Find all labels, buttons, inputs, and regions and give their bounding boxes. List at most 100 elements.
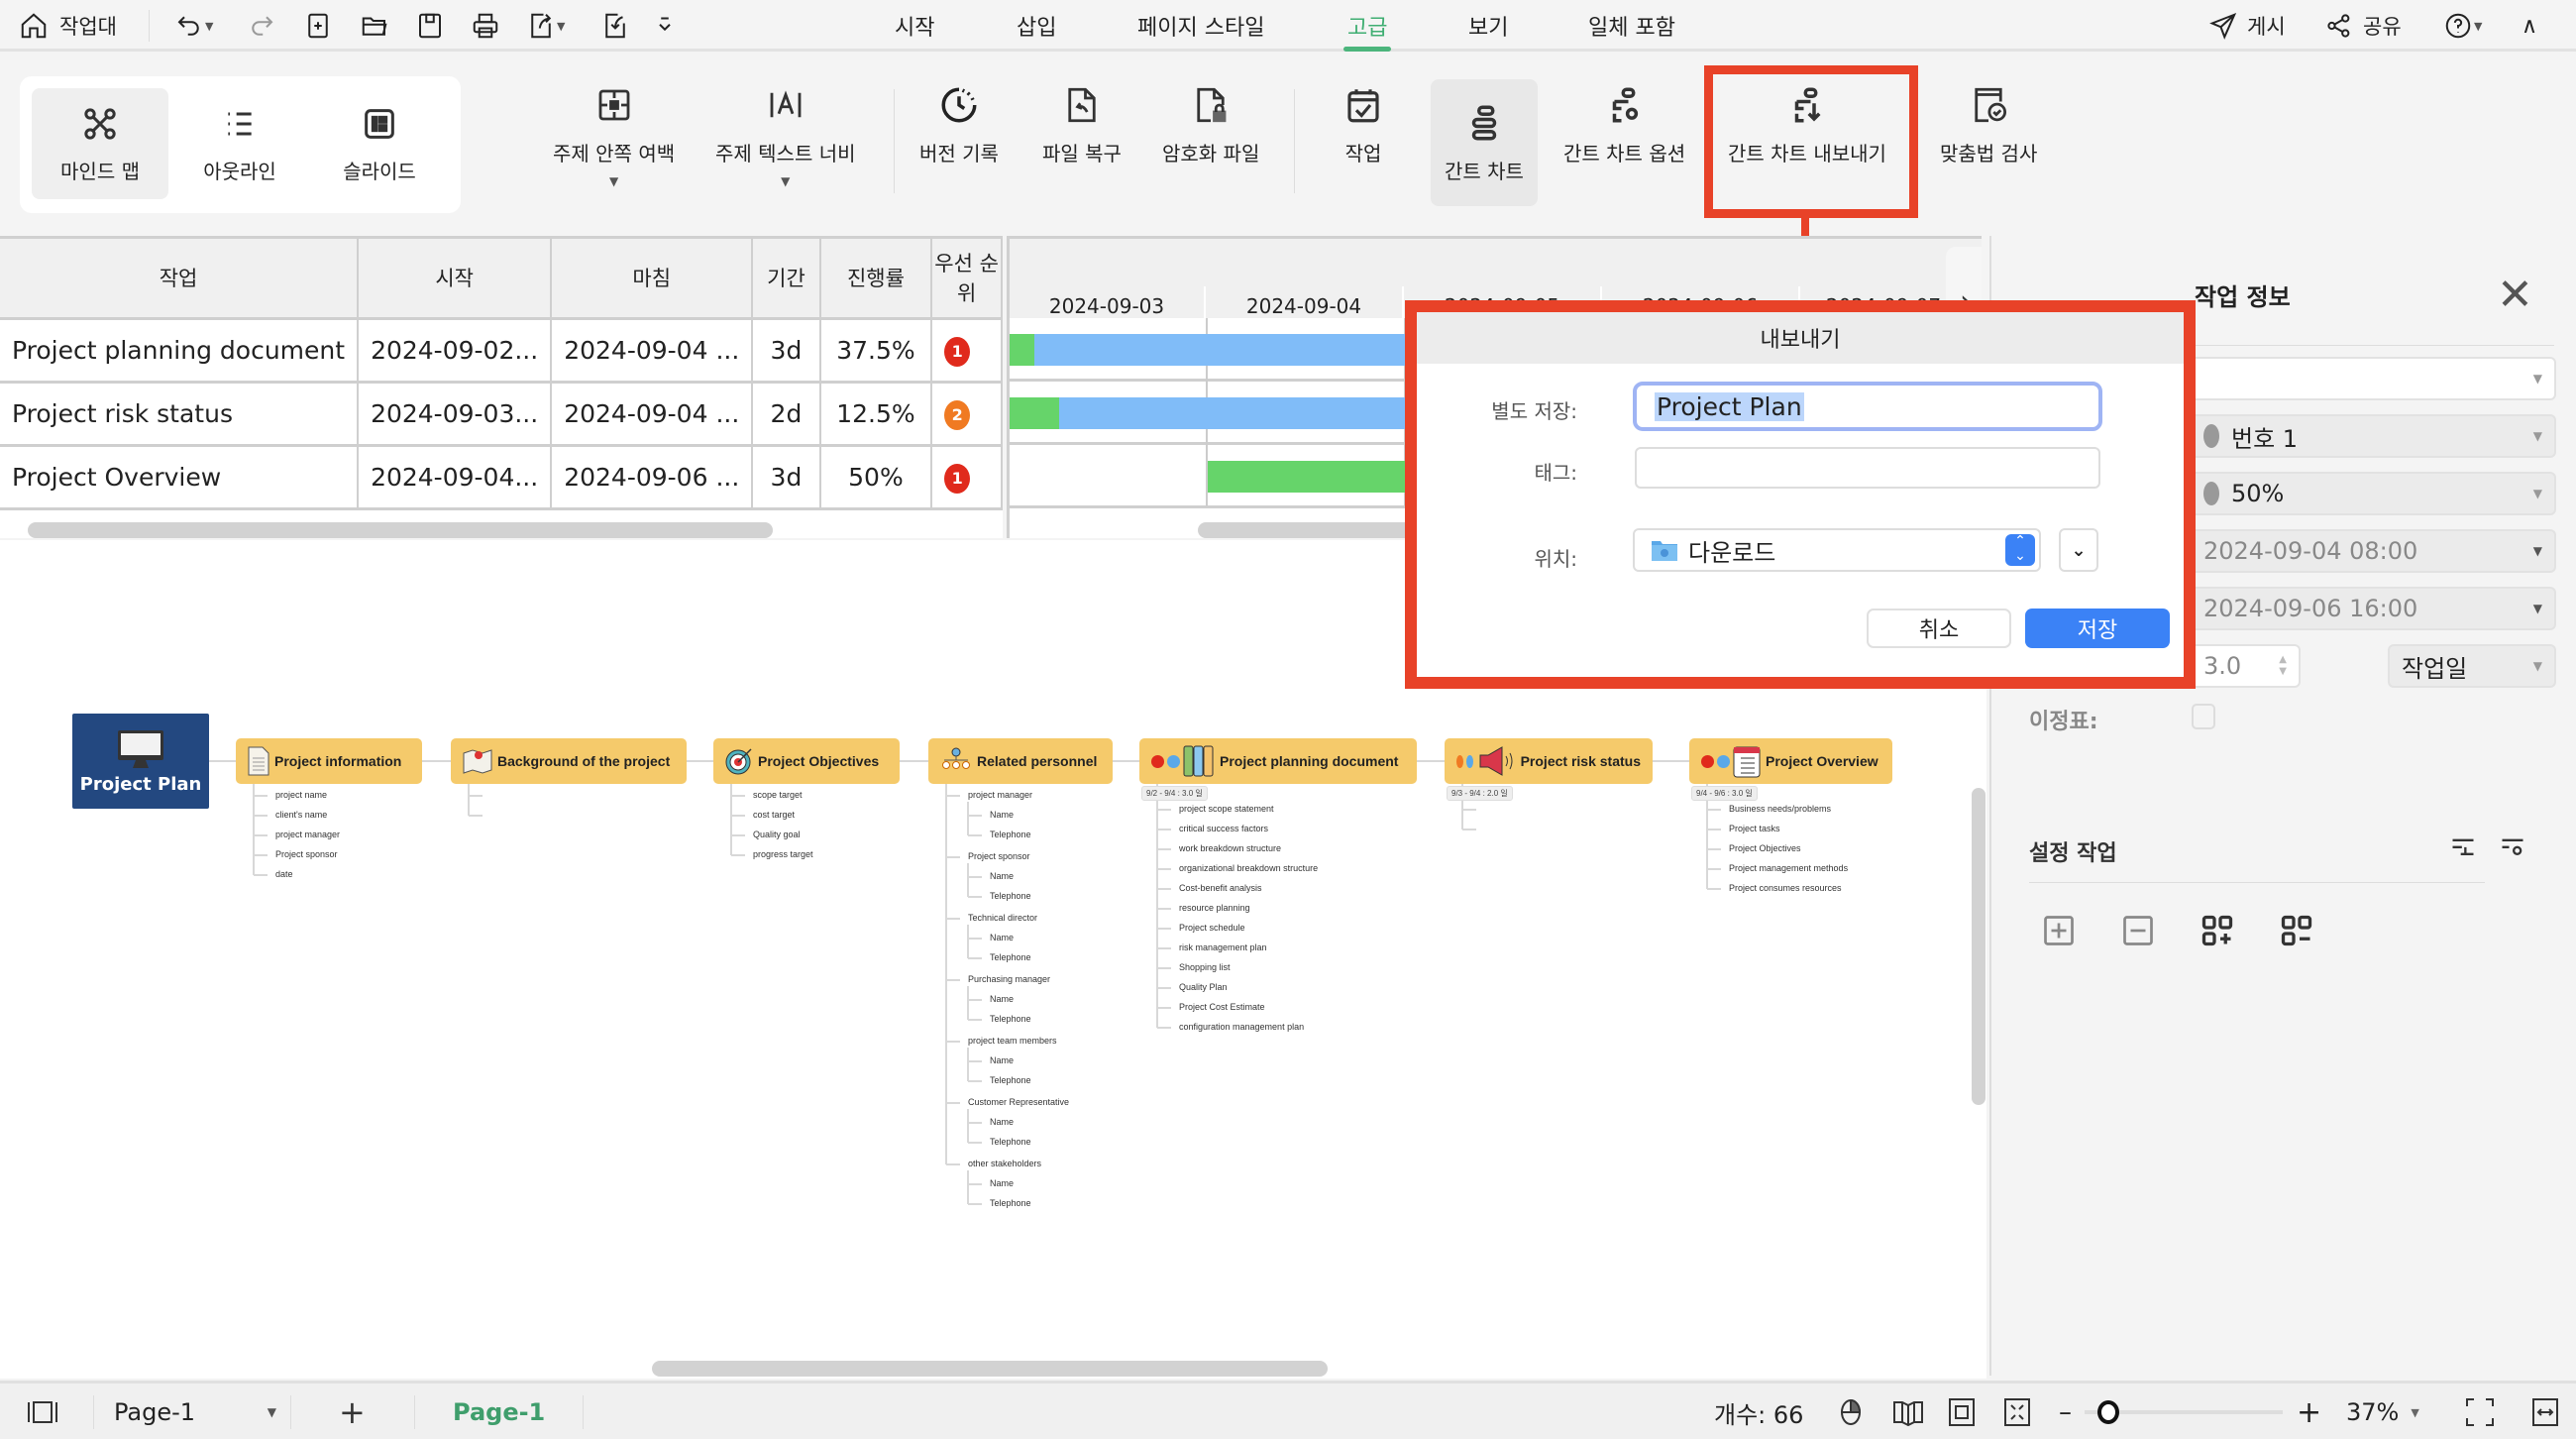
column-header-priority[interactable]: 우선 순위 [931, 239, 1003, 320]
subtopic-node[interactable]: Quality goal [753, 830, 801, 839]
import-button[interactable] [599, 8, 631, 44]
ribbon-spellcheck-button[interactable]: 맞춤법 검사 [1940, 84, 2037, 166]
topic-node[interactable]: Related personnel [928, 738, 1113, 784]
stepper-arrows-icon[interactable]: ▲ ▼ [2279, 654, 2287, 678]
priority-cell[interactable]: 2 [931, 382, 1003, 447]
priority-cell[interactable]: 1 [931, 318, 1003, 384]
column-header-start[interactable]: 시작 [358, 239, 553, 320]
toggle-sidebar-button[interactable] [26, 1395, 59, 1429]
topic-node[interactable]: Project Overview [1689, 738, 1892, 784]
canvas-horizontal-scrollbar[interactable] [652, 1361, 1328, 1377]
view-mindmap-button[interactable]: 마인드 맵 [32, 88, 168, 199]
column-header-progress[interactable]: 진행률 [819, 239, 933, 320]
duration-cell[interactable]: 3d [752, 445, 821, 510]
print-button[interactable] [470, 8, 501, 44]
end-cell[interactable]: 2024-09-04 ... [551, 318, 754, 384]
undo-dropdown-icon[interactable]: ▼ [205, 20, 213, 33]
root-topic[interactable]: Project Plan [72, 714, 209, 809]
subtopic-node[interactable]: configuration management plan [1179, 1022, 1304, 1032]
duration-stepper[interactable]: 3.0 ▲ ▼ [2190, 644, 2301, 688]
ribbon-file-recover-button[interactable]: 파일 복구 [1042, 84, 1122, 166]
subtopic-node[interactable]: progress target [753, 849, 813, 859]
canvas-vertical-scrollbar[interactable] [1972, 788, 1986, 1105]
zoom-out-button[interactable]: – [2059, 1395, 2072, 1429]
subtopic-node[interactable]: Customer Representative [968, 1097, 1069, 1107]
resource-select[interactable]: ▼ [2190, 357, 2556, 400]
ribbon-encrypt-file-button[interactable]: 암호화 파일 [1162, 84, 1259, 166]
progress-cell[interactable]: 50% [819, 445, 933, 510]
subtopic-node[interactable]: Project management methods [1729, 863, 1848, 873]
topic-node[interactable]: Project information [236, 738, 422, 784]
menu-tab-ai[interactable]: 일체 포함 [1588, 10, 1675, 42]
column-header-end[interactable]: 마침 [551, 239, 754, 320]
task-name-cell[interactable]: Project Overview [0, 445, 360, 510]
fit-width-button[interactable] [2531, 1395, 2559, 1429]
column-header-duration[interactable]: 기간 [752, 239, 821, 320]
subtopic-node[interactable]: Name [990, 1117, 1014, 1127]
zoom-slider-thumb[interactable] [2097, 1400, 2119, 1424]
duration-unit-select[interactable]: 작업일 ▼ [2388, 644, 2556, 688]
subtopic-node[interactable]: date [275, 869, 293, 879]
subtopic-node[interactable]: Telephone [990, 1198, 1031, 1208]
subtopic-node[interactable]: Telephone [990, 952, 1031, 962]
new-button[interactable] [302, 8, 334, 44]
milestone-checkbox[interactable] [2192, 704, 2215, 729]
topic-node[interactable]: Project Objectives [713, 738, 900, 784]
ribbon-task-button[interactable]: 작업 [1342, 84, 1384, 166]
view-outline-button[interactable]: 아웃라인 [171, 88, 308, 199]
task-name-cell[interactable]: Project risk status [0, 382, 360, 447]
fit-page-button[interactable] [1948, 1395, 1976, 1429]
subtopic-node[interactable]: project team members [968, 1036, 1057, 1046]
subtopic-node[interactable]: Name [990, 994, 1014, 1004]
subtopic-node[interactable]: Project schedule [1179, 923, 1245, 933]
subtopic-node[interactable]: Shopping list [1179, 962, 1231, 972]
open-button[interactable] [359, 8, 390, 44]
task-name-cell[interactable]: Project planning document [0, 318, 360, 384]
subtopic-node[interactable]: critical success factors [1179, 824, 1268, 833]
start-cell[interactable]: 2024-09-04... [358, 445, 553, 510]
subtopic-node[interactable]: Telephone [990, 1075, 1031, 1085]
subtopic-node[interactable]: work breakdown structure [1179, 843, 1281, 853]
subtopic-node[interactable]: cost target [753, 810, 795, 820]
subtopic-node[interactable]: Cost-benefit analysis [1179, 883, 1262, 893]
table-row[interactable]: Project planning document 2024-09-02... … [0, 318, 1003, 384]
page-select[interactable]: Page-1 ▼ [93, 1395, 291, 1429]
menu-tab-start[interactable]: 시작 [895, 10, 934, 42]
subtopic-node[interactable]: Project sponsor [275, 849, 338, 859]
subtopic-node[interactable]: risk management plan [1179, 942, 1267, 952]
start-cell[interactable]: 2024-09-02... [358, 318, 553, 384]
subtopic-node[interactable]: Business needs/problems [1729, 804, 1831, 814]
priority-select[interactable]: 번호 1 ▼ [2190, 414, 2556, 458]
topic-node[interactable]: Project planning document [1139, 738, 1417, 784]
start-cell[interactable]: 2024-09-03... [358, 382, 553, 447]
subtopic-node[interactable]: other stakeholders [968, 1159, 1041, 1168]
location-select[interactable]: 다운로드 ⌃ ⌄ [1633, 528, 2041, 572]
task-settings-button[interactable] [2499, 834, 2526, 862]
end-cell[interactable]: 2024-09-06 ... [551, 445, 754, 510]
column-header-task[interactable]: 작업 [0, 239, 360, 320]
task-layout-button[interactable] [2449, 834, 2477, 862]
more-button[interactable] [649, 8, 681, 44]
table-row[interactable]: Project Overview 2024-09-04... 2024-09-0… [0, 445, 1003, 510]
subtopic-node[interactable]: Technical director [968, 913, 1037, 923]
subtopic-node[interactable]: project manager [968, 790, 1032, 800]
export-dropdown-icon[interactable]: ▼ [557, 20, 565, 33]
subtopic-node[interactable]: Name [990, 810, 1014, 820]
menu-tab-page-style[interactable]: 페이지 스타일 [1137, 10, 1264, 42]
table-horizontal-scrollbar[interactable] [28, 522, 773, 538]
add-task-button[interactable] [2041, 913, 2077, 948]
subtopic-node[interactable]: organizational breakdown structure [1179, 863, 1318, 873]
subtopic-node[interactable]: Telephone [990, 1014, 1031, 1024]
progress-select[interactable]: 50% ▼ [2190, 472, 2556, 515]
subtopic-node[interactable]: Telephone [990, 830, 1031, 839]
fullscreen-button[interactable] [2465, 1395, 2495, 1429]
ribbon-text-width-button[interactable]: 주제 텍스트 너비 ▼ [715, 84, 856, 188]
subtopic-node[interactable]: Project Objectives [1729, 843, 1801, 853]
add-page-button[interactable]: + [339, 1393, 366, 1431]
subtopic-node[interactable]: scope target [753, 790, 803, 800]
gantt-bar-progress[interactable] [1010, 397, 1059, 429]
expand-dialog-button[interactable]: ⌄ [2059, 528, 2098, 572]
location-stepper-icon[interactable]: ⌃ ⌄ [2005, 534, 2035, 566]
tag-input[interactable] [1635, 447, 2100, 489]
subtopic-node[interactable]: Quality Plan [1179, 982, 1228, 992]
